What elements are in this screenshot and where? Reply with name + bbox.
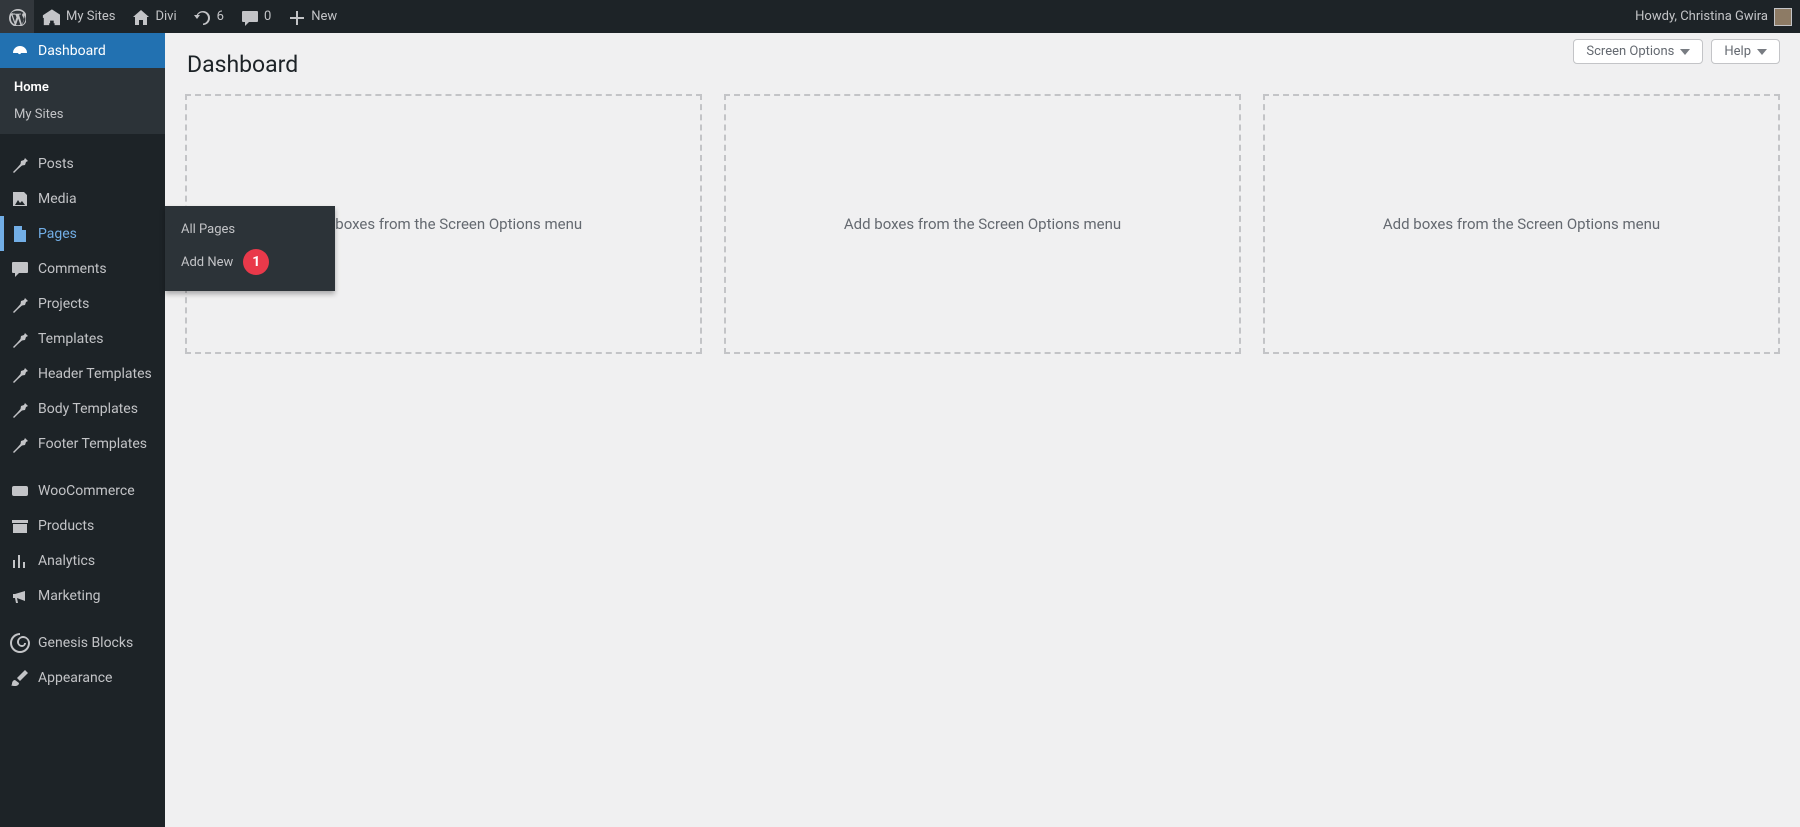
comment-icon [10,259,30,279]
swirl-icon [10,633,30,653]
main-content: Screen Options Help Dashboard Add boxes … [165,33,1800,827]
wp-logo-menu[interactable] [0,0,34,33]
screen-meta-links: Screen Options Help [1573,39,1780,64]
site-name-label: Divi [155,9,176,24]
menu-body-templates[interactable]: Body Templates [0,391,165,426]
network-icon [42,8,60,26]
menu-media-label: Media [38,191,155,207]
pin-icon [10,364,30,384]
submenu-my-sites[interactable]: My Sites [0,101,165,128]
main-menu-list: Posts Media Pages Comments Projects Templates… [0,146,165,461]
comments-count: 0 [264,9,271,24]
flyout-add-new[interactable]: Add New 1 [165,243,335,281]
menu-comments-label: Comments [38,261,155,277]
pin-icon [10,154,30,174]
help-toggle[interactable]: Help [1711,39,1780,64]
menu-footer-templates-label: Footer Templates [38,436,155,452]
menu-dashboard-label: Dashboard [38,43,155,59]
page-title: Dashboard [187,51,1780,78]
brush-icon [10,668,30,688]
menu-projects[interactable]: Projects [0,286,165,321]
comment-icon [240,8,258,26]
appearance-menu-list: Genesis Blocks Appearance [0,625,165,695]
admin-sidebar: Dashboard Home My Sites Posts Media Pages C… [0,33,165,827]
archive-icon [10,516,30,536]
menu-appearance[interactable]: Appearance [0,660,165,695]
empty-column-placeholder: Add boxes from the Screen Options menu [1383,215,1660,233]
dashboard-submenu: Home My Sites [0,68,165,134]
bars-icon [10,551,30,571]
dashboard-widgets-wrap: Add boxes from the Screen Options menu A… [185,94,1780,354]
account-menu[interactable]: Howdy, Christina Gwira [1627,0,1800,33]
dashboard-column-3: Add boxes from the Screen Options menu [1263,94,1780,354]
admin-bar: My Sites Divi 6 0 New Howdy, Christina G… [0,0,1800,33]
megaphone-icon [10,586,30,606]
chevron-down-icon [1757,49,1767,55]
menu-pages-label: Pages [38,226,155,242]
menu-body-templates-label: Body Templates [38,401,155,417]
menu-woocommerce-label: WooCommerce [38,483,155,499]
refresh-icon [193,8,211,26]
menu-footer-templates[interactable]: Footer Templates [0,426,165,461]
menu-posts-label: Posts [38,156,155,172]
menu-genesis-blocks-label: Genesis Blocks [38,635,155,651]
pin-icon [10,329,30,349]
menu-genesis-blocks[interactable]: Genesis Blocks [0,625,165,660]
wordpress-icon [8,8,26,26]
updates-menu[interactable]: 6 [185,0,232,33]
flyout-all-pages[interactable]: All Pages [165,216,335,243]
menu-templates-label: Templates [38,331,155,347]
dashboard-icon [10,41,30,61]
page-icon [10,224,30,244]
menu-marketing-label: Marketing [38,588,155,604]
menu-woocommerce[interactable]: WooCommerce [0,473,165,508]
chevron-down-icon [1680,49,1690,55]
pin-icon [10,399,30,419]
updates-count: 6 [217,9,224,24]
new-content-menu[interactable]: New [279,0,345,33]
pages-flyout: All Pages Add New 1 [165,206,335,291]
menu-appearance-label: Appearance [38,670,155,686]
commerce-menu-list: WooCommerce Products Analytics Marketing [0,473,165,613]
menu-media[interactable]: Media [0,181,165,216]
menu-comments[interactable]: Comments [0,251,165,286]
my-sites-label: My Sites [66,9,115,24]
menu-pages[interactable]: Pages [0,216,165,251]
home-icon [131,8,149,26]
submenu-home[interactable]: Home [0,74,165,101]
comments-menu[interactable]: 0 [232,0,279,33]
pin-icon [10,434,30,454]
menu-analytics-label: Analytics [38,553,155,569]
avatar [1774,8,1792,26]
site-name-menu[interactable]: Divi [123,0,184,33]
pin-icon [10,294,30,314]
plus-icon [287,8,305,26]
callout-badge: 1 [243,249,269,275]
howdy-text: Howdy, Christina Gwira [1635,9,1768,24]
empty-column-placeholder: Add boxes from the Screen Options menu [844,215,1121,233]
dashboard-column-2: Add boxes from the Screen Options menu [724,94,1241,354]
menu-header-templates[interactable]: Header Templates [0,356,165,391]
menu-projects-label: Projects [38,296,155,312]
help-label: Help [1724,44,1751,59]
menu-marketing[interactable]: Marketing [0,578,165,613]
empty-column-placeholder: Add boxes from the Screen Options menu [305,215,582,233]
new-label: New [311,9,337,24]
media-icon [10,189,30,209]
menu-posts[interactable]: Posts [0,146,165,181]
screen-options-label: Screen Options [1586,44,1674,59]
woo-icon [10,481,30,501]
menu-header-templates-label: Header Templates [38,366,155,382]
menu-products-label: Products [38,518,155,534]
menu-templates[interactable]: Templates [0,321,165,356]
flyout-add-new-label: Add New [181,255,233,270]
menu-analytics[interactable]: Analytics [0,543,165,578]
menu-dashboard[interactable]: Dashboard [0,33,165,68]
my-sites-menu[interactable]: My Sites [34,0,123,33]
screen-options-toggle[interactable]: Screen Options [1573,39,1703,64]
menu-products[interactable]: Products [0,508,165,543]
